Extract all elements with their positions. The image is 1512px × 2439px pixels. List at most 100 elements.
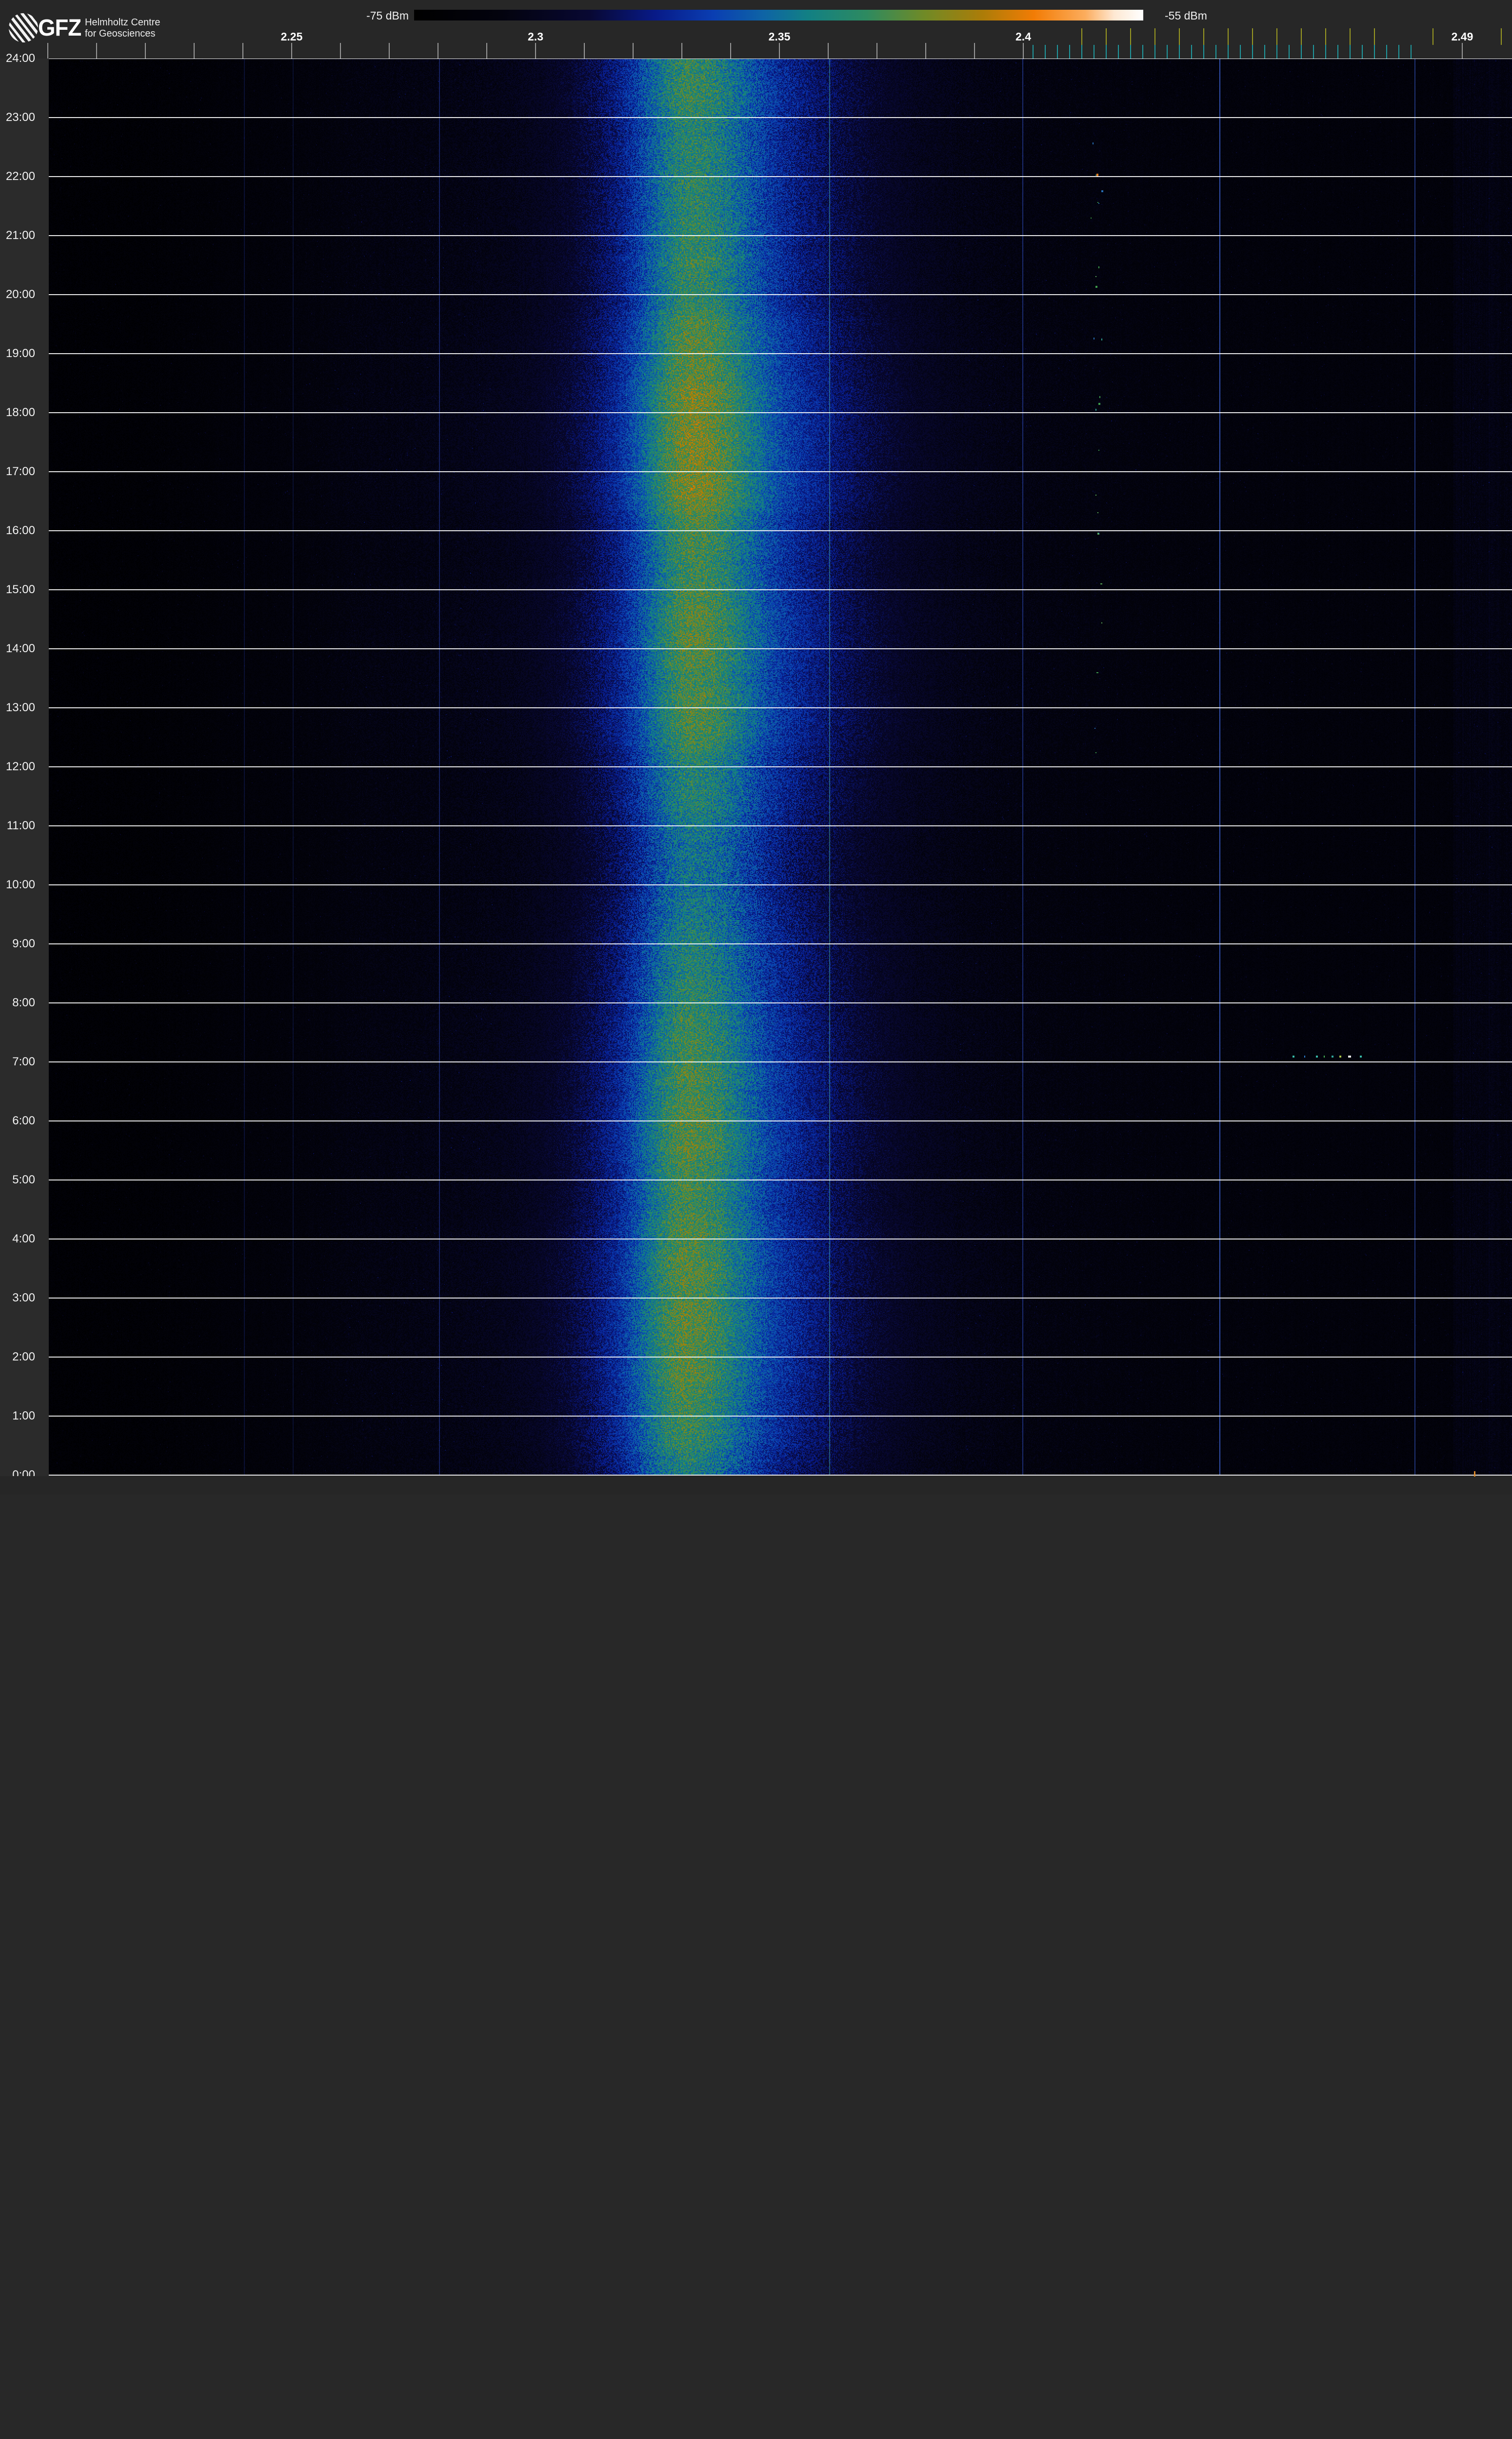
freq-tick-fine <box>1118 45 1119 59</box>
time-axis-label: 22:00 <box>5 170 35 183</box>
logo-subtitle-line1: Helmholtz Centre <box>85 17 160 28</box>
freq-tick-wifi-channel <box>1432 28 1433 45</box>
freq-tick-wifi-channel <box>1179 28 1180 45</box>
freq-tick-wifi-channel <box>1130 28 1131 45</box>
freq-tick-fine <box>1228 45 1229 59</box>
time-axis-label: 24:00 <box>5 52 35 65</box>
hour-gridline <box>38 707 1512 708</box>
hour-gridline <box>38 1475 1512 1476</box>
header-bar: GFZ Helmholtz Centre for Geosciences -75… <box>0 0 1512 59</box>
hour-gridline <box>38 176 1512 177</box>
freq-tick-fine <box>1154 45 1155 59</box>
hour-gridline <box>38 1357 1512 1358</box>
freq-tick-wifi-channel <box>1106 28 1107 45</box>
time-axis-label: 6:00 <box>12 1114 35 1127</box>
hour-gridline <box>38 294 1512 295</box>
time-axis-label: 10:00 <box>5 878 35 891</box>
freq-tick-wifi-channel <box>1252 28 1253 45</box>
freq-tick-wifi-channel <box>1501 28 1502 45</box>
freq-tick-wifi-channel <box>1301 28 1302 45</box>
time-axis-label: 7:00 <box>12 1055 35 1068</box>
freq-axis-label: 2.49 <box>1451 30 1473 43</box>
freq-tick-minor <box>47 43 48 59</box>
freq-tick-fine <box>1167 45 1168 59</box>
footer-bar: https://doi.org/10.5880/GFZ.1.2.2024.003… <box>0 1476 1512 1495</box>
freq-tick-minor <box>145 43 146 59</box>
time-axis-label: 20:00 <box>5 288 35 301</box>
freq-tick-minor <box>779 43 780 59</box>
hour-gridline <box>38 1061 1512 1062</box>
freq-axis-label: 2.4 <box>1015 30 1031 43</box>
freq-tick-fine <box>1362 45 1363 59</box>
freq-tick-fine <box>1264 45 1265 59</box>
time-axis-label: 18:00 <box>5 406 35 419</box>
freq-tick-fine <box>1313 45 1314 59</box>
freq-tick-minor <box>828 43 829 59</box>
freq-tick-wifi-channel <box>1350 28 1351 45</box>
freq-axis-label: 2.35 <box>768 30 791 43</box>
time-axis-label: 17:00 <box>5 465 35 478</box>
freq-tick-wifi-channel <box>1203 28 1204 45</box>
hour-gridline <box>38 471 1512 472</box>
logo-subtitle-line2: for Geosciences <box>85 28 156 39</box>
freq-tick-fine <box>1386 45 1387 59</box>
freq-tick-fine <box>1106 45 1107 59</box>
freq-tick-fine <box>1252 45 1253 59</box>
freq-tick-wifi-channel <box>1374 28 1375 45</box>
freq-tick-wifi-channel <box>1154 28 1155 45</box>
hour-gridline <box>38 1416 1512 1417</box>
hour-gridline <box>38 1120 1512 1121</box>
freq-tick-fine <box>1191 45 1192 59</box>
time-axis-label: 11:00 <box>6 819 35 832</box>
freq-tick-fine <box>1142 45 1143 59</box>
freq-tick-minor <box>584 43 585 59</box>
freq-tick-fine <box>1350 45 1351 59</box>
freq-tick-minor <box>925 43 926 59</box>
time-axis-label: 23:00 <box>5 111 35 124</box>
freq-tick-minor <box>876 43 877 59</box>
freq-tick-fine <box>1240 45 1241 59</box>
freq-tick-minor <box>340 43 341 59</box>
freq-tick-fine <box>1398 45 1399 59</box>
hour-gridline <box>38 1002 1512 1003</box>
hour-gridline <box>38 235 1512 236</box>
hour-gridline <box>38 530 1512 531</box>
colorbar-max-label: -55 dBm <box>1165 9 1207 22</box>
time-axis-label: 4:00 <box>12 1232 35 1245</box>
colorbar <box>414 10 1143 20</box>
time-axis-label: 5:00 <box>12 1173 35 1186</box>
freq-tick-minor <box>974 43 975 59</box>
freq-tick-fine <box>1411 45 1412 59</box>
logo-brand-text: GFZ <box>38 15 81 41</box>
freq-tick-minor <box>681 43 682 59</box>
time-axis-label: 1:00 <box>12 1409 35 1422</box>
time-axis-label: 8:00 <box>12 996 35 1009</box>
freq-tick-fine <box>1325 45 1326 59</box>
freq-axis-label: 2.25 <box>280 30 303 43</box>
freq-tick-wifi-channel <box>1276 28 1277 45</box>
freq-tick-minor <box>242 43 243 59</box>
freq-tick-fine <box>1337 45 1338 59</box>
hour-gridline <box>38 117 1512 118</box>
time-axis-label: 2:00 <box>12 1350 35 1363</box>
freq-tick-minor <box>291 43 292 59</box>
freq-tick-fine <box>1203 45 1204 59</box>
time-axis-label: 16:00 <box>5 524 35 537</box>
hour-gridline <box>38 648 1512 649</box>
freq-tick-fine <box>1033 45 1034 59</box>
hour-gridline <box>38 825 1512 826</box>
freq-tick-wifi-channel <box>1325 28 1326 45</box>
time-axis-label: 21:00 <box>5 229 35 242</box>
time-axis-label: 13:00 <box>5 701 35 714</box>
freq-tick-fine <box>1215 45 1216 59</box>
freq-tick-minor <box>1462 43 1463 59</box>
time-axis-label: 12:00 <box>5 760 35 773</box>
freq-tick-wifi-channel <box>1081 28 1082 45</box>
freq-tick-fine <box>1276 45 1277 59</box>
freq-tick-fine <box>1045 45 1046 59</box>
hour-gridline <box>38 1298 1512 1299</box>
freq-tick-minor <box>194 43 195 59</box>
time-axis-label: 19:00 <box>5 347 35 360</box>
freq-tick-fine <box>1069 45 1070 59</box>
freq-tick-minor <box>633 43 634 59</box>
